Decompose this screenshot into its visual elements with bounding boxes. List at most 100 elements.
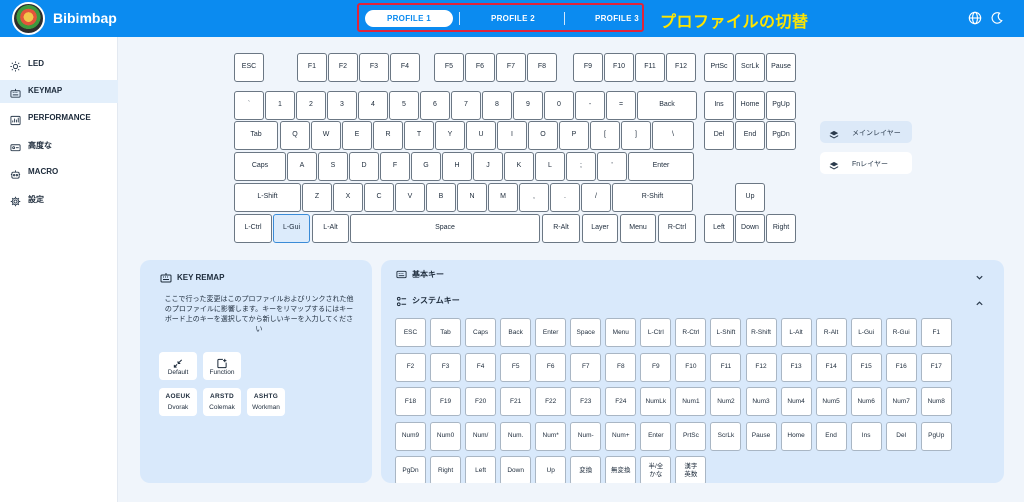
key-caps[interactable]: Caps: [234, 152, 286, 181]
key-m[interactable]: M: [488, 183, 518, 212]
key-t[interactable]: T: [404, 121, 434, 150]
key-f9[interactable]: F9: [573, 53, 603, 82]
main-layer-button[interactable]: メインレイヤー: [820, 121, 912, 143]
key-symbol[interactable]: ]: [621, 121, 651, 150]
key-d[interactable]: D: [349, 152, 379, 181]
system-key-back[interactable]: Back: [500, 318, 532, 347]
key-8[interactable]: 8: [482, 91, 512, 120]
system-key-symbol[interactable]: 無変換: [605, 456, 637, 483]
system-key-num[interactable]: Num*: [535, 421, 567, 451]
sidebar-item-performance[interactable]: PERFORMANCE: [0, 107, 118, 130]
key-5[interactable]: 5: [389, 91, 419, 120]
system-key-num5[interactable]: Num5: [815, 387, 847, 417]
key-back[interactable]: Back: [637, 91, 697, 120]
system-key-num[interactable]: Num+: [605, 421, 637, 451]
system-key-up[interactable]: Up: [535, 456, 567, 483]
key-f8[interactable]: F8: [527, 53, 557, 82]
key-a[interactable]: A: [287, 152, 317, 181]
system-key-scrlk[interactable]: ScrLk: [710, 421, 742, 451]
key-symbol[interactable]: \: [652, 121, 694, 150]
key-e[interactable]: E: [342, 121, 372, 150]
system-key-f2[interactable]: F2: [395, 352, 426, 382]
key-symbol[interactable]: -: [575, 91, 605, 120]
system-key-f14[interactable]: F14: [815, 352, 847, 382]
tab-profile-2[interactable]: PROFILE 2: [469, 10, 557, 27]
key-s[interactable]: S: [318, 152, 348, 181]
system-key-f18[interactable]: F18: [395, 387, 426, 417]
default-preset-button[interactable]: Default: [159, 352, 197, 380]
key-scrlk[interactable]: ScrLk: [735, 53, 765, 82]
key-f7[interactable]: F7: [496, 53, 526, 82]
key-pgup[interactable]: PgUp: [766, 91, 796, 120]
system-key-f11[interactable]: F11: [710, 352, 742, 382]
system-key-pause[interactable]: Pause: [745, 421, 777, 451]
system-key-num[interactable]: Num-: [570, 421, 602, 451]
system-key-f5[interactable]: F5: [500, 352, 532, 382]
system-key-f1[interactable]: F1: [920, 318, 952, 347]
system-key-enter[interactable]: Enter: [640, 421, 672, 451]
key-symbol[interactable]: [: [590, 121, 620, 150]
fn-layer-button[interactable]: Fnレイヤー: [820, 152, 912, 174]
key-right[interactable]: Right: [766, 214, 796, 243]
key-f1[interactable]: F1: [297, 53, 327, 82]
key-6[interactable]: 6: [420, 91, 450, 120]
key-space[interactable]: Space: [350, 214, 540, 243]
key-7[interactable]: 7: [451, 91, 481, 120]
key-u[interactable]: U: [466, 121, 496, 150]
key-9[interactable]: 9: [513, 91, 543, 120]
sidebar-item-keymap[interactable]: KEYMAP: [0, 80, 118, 103]
system-key-f20[interactable]: F20: [465, 387, 497, 417]
key-f10[interactable]: F10: [604, 53, 634, 82]
system-key-ins[interactable]: Ins: [850, 421, 882, 451]
chevron-down-icon[interactable]: [975, 269, 984, 280]
key-l-shift[interactable]: L-Shift: [234, 183, 301, 212]
system-key-f17[interactable]: F17: [920, 352, 952, 382]
key-f2[interactable]: F2: [328, 53, 358, 82]
key-b[interactable]: B: [426, 183, 456, 212]
sidebar-item-settings[interactable]: 設定: [0, 188, 118, 211]
sidebar-item-advanced[interactable]: 高度な: [0, 134, 118, 157]
key-l-alt[interactable]: L-Alt: [312, 214, 349, 243]
system-key-prtsc[interactable]: PrtSc: [675, 421, 707, 451]
key-up[interactable]: Up: [735, 183, 765, 212]
key-l-ctrl[interactable]: L-Ctrl: [234, 214, 272, 243]
system-key-f21[interactable]: F21: [500, 387, 532, 417]
sidebar-item-macro[interactable]: MACRO: [0, 161, 118, 184]
key-enter[interactable]: Enter: [628, 152, 694, 181]
key-0[interactable]: 0: [544, 91, 574, 120]
key-f[interactable]: F: [380, 152, 410, 181]
key-r-shift[interactable]: R-Shift: [612, 183, 693, 212]
system-key-caps[interactable]: Caps: [465, 318, 497, 347]
system-key-num[interactable]: Num.: [500, 421, 532, 451]
key-pgdn[interactable]: PgDn: [766, 121, 796, 150]
key-f11[interactable]: F11: [635, 53, 665, 82]
key-r-ctrl[interactable]: R-Ctrl: [658, 214, 696, 243]
system-key-f7[interactable]: F7: [570, 352, 602, 382]
key-j[interactable]: J: [473, 152, 503, 181]
system-key-del[interactable]: Del: [885, 421, 917, 451]
sidebar-item-led[interactable]: LED: [0, 53, 118, 76]
key-o[interactable]: O: [528, 121, 558, 150]
key-i[interactable]: I: [497, 121, 527, 150]
system-key-l-shift[interactable]: L-Shift: [710, 318, 742, 347]
system-key-end[interactable]: End: [815, 421, 847, 451]
system-key-f16[interactable]: F16: [885, 352, 917, 382]
system-key-numlk[interactable]: NumLk: [640, 387, 672, 417]
key-h[interactable]: H: [442, 152, 472, 181]
key-end[interactable]: End: [735, 121, 765, 150]
system-key-f3[interactable]: F3: [430, 352, 462, 382]
system-key-r-shift[interactable]: R-Shift: [745, 318, 777, 347]
system-key-symbol[interactable]: 半/全 かな: [640, 456, 672, 483]
key-q[interactable]: Q: [280, 121, 310, 150]
system-key-f15[interactable]: F15: [850, 352, 882, 382]
system-key-home[interactable]: Home: [780, 421, 812, 451]
key-p[interactable]: P: [559, 121, 589, 150]
tab-profile-3[interactable]: PROFILE 3: [573, 10, 661, 27]
system-key-down[interactable]: Down: [500, 456, 532, 483]
system-key-num7[interactable]: Num7: [885, 387, 917, 417]
system-key-f10[interactable]: F10: [675, 352, 707, 382]
system-key-num8[interactable]: Num8: [920, 387, 952, 417]
system-key-num9[interactable]: Num9: [395, 421, 426, 451]
system-key-symbol[interactable]: 漢字 英数: [675, 456, 707, 483]
key-f4[interactable]: F4: [390, 53, 420, 82]
